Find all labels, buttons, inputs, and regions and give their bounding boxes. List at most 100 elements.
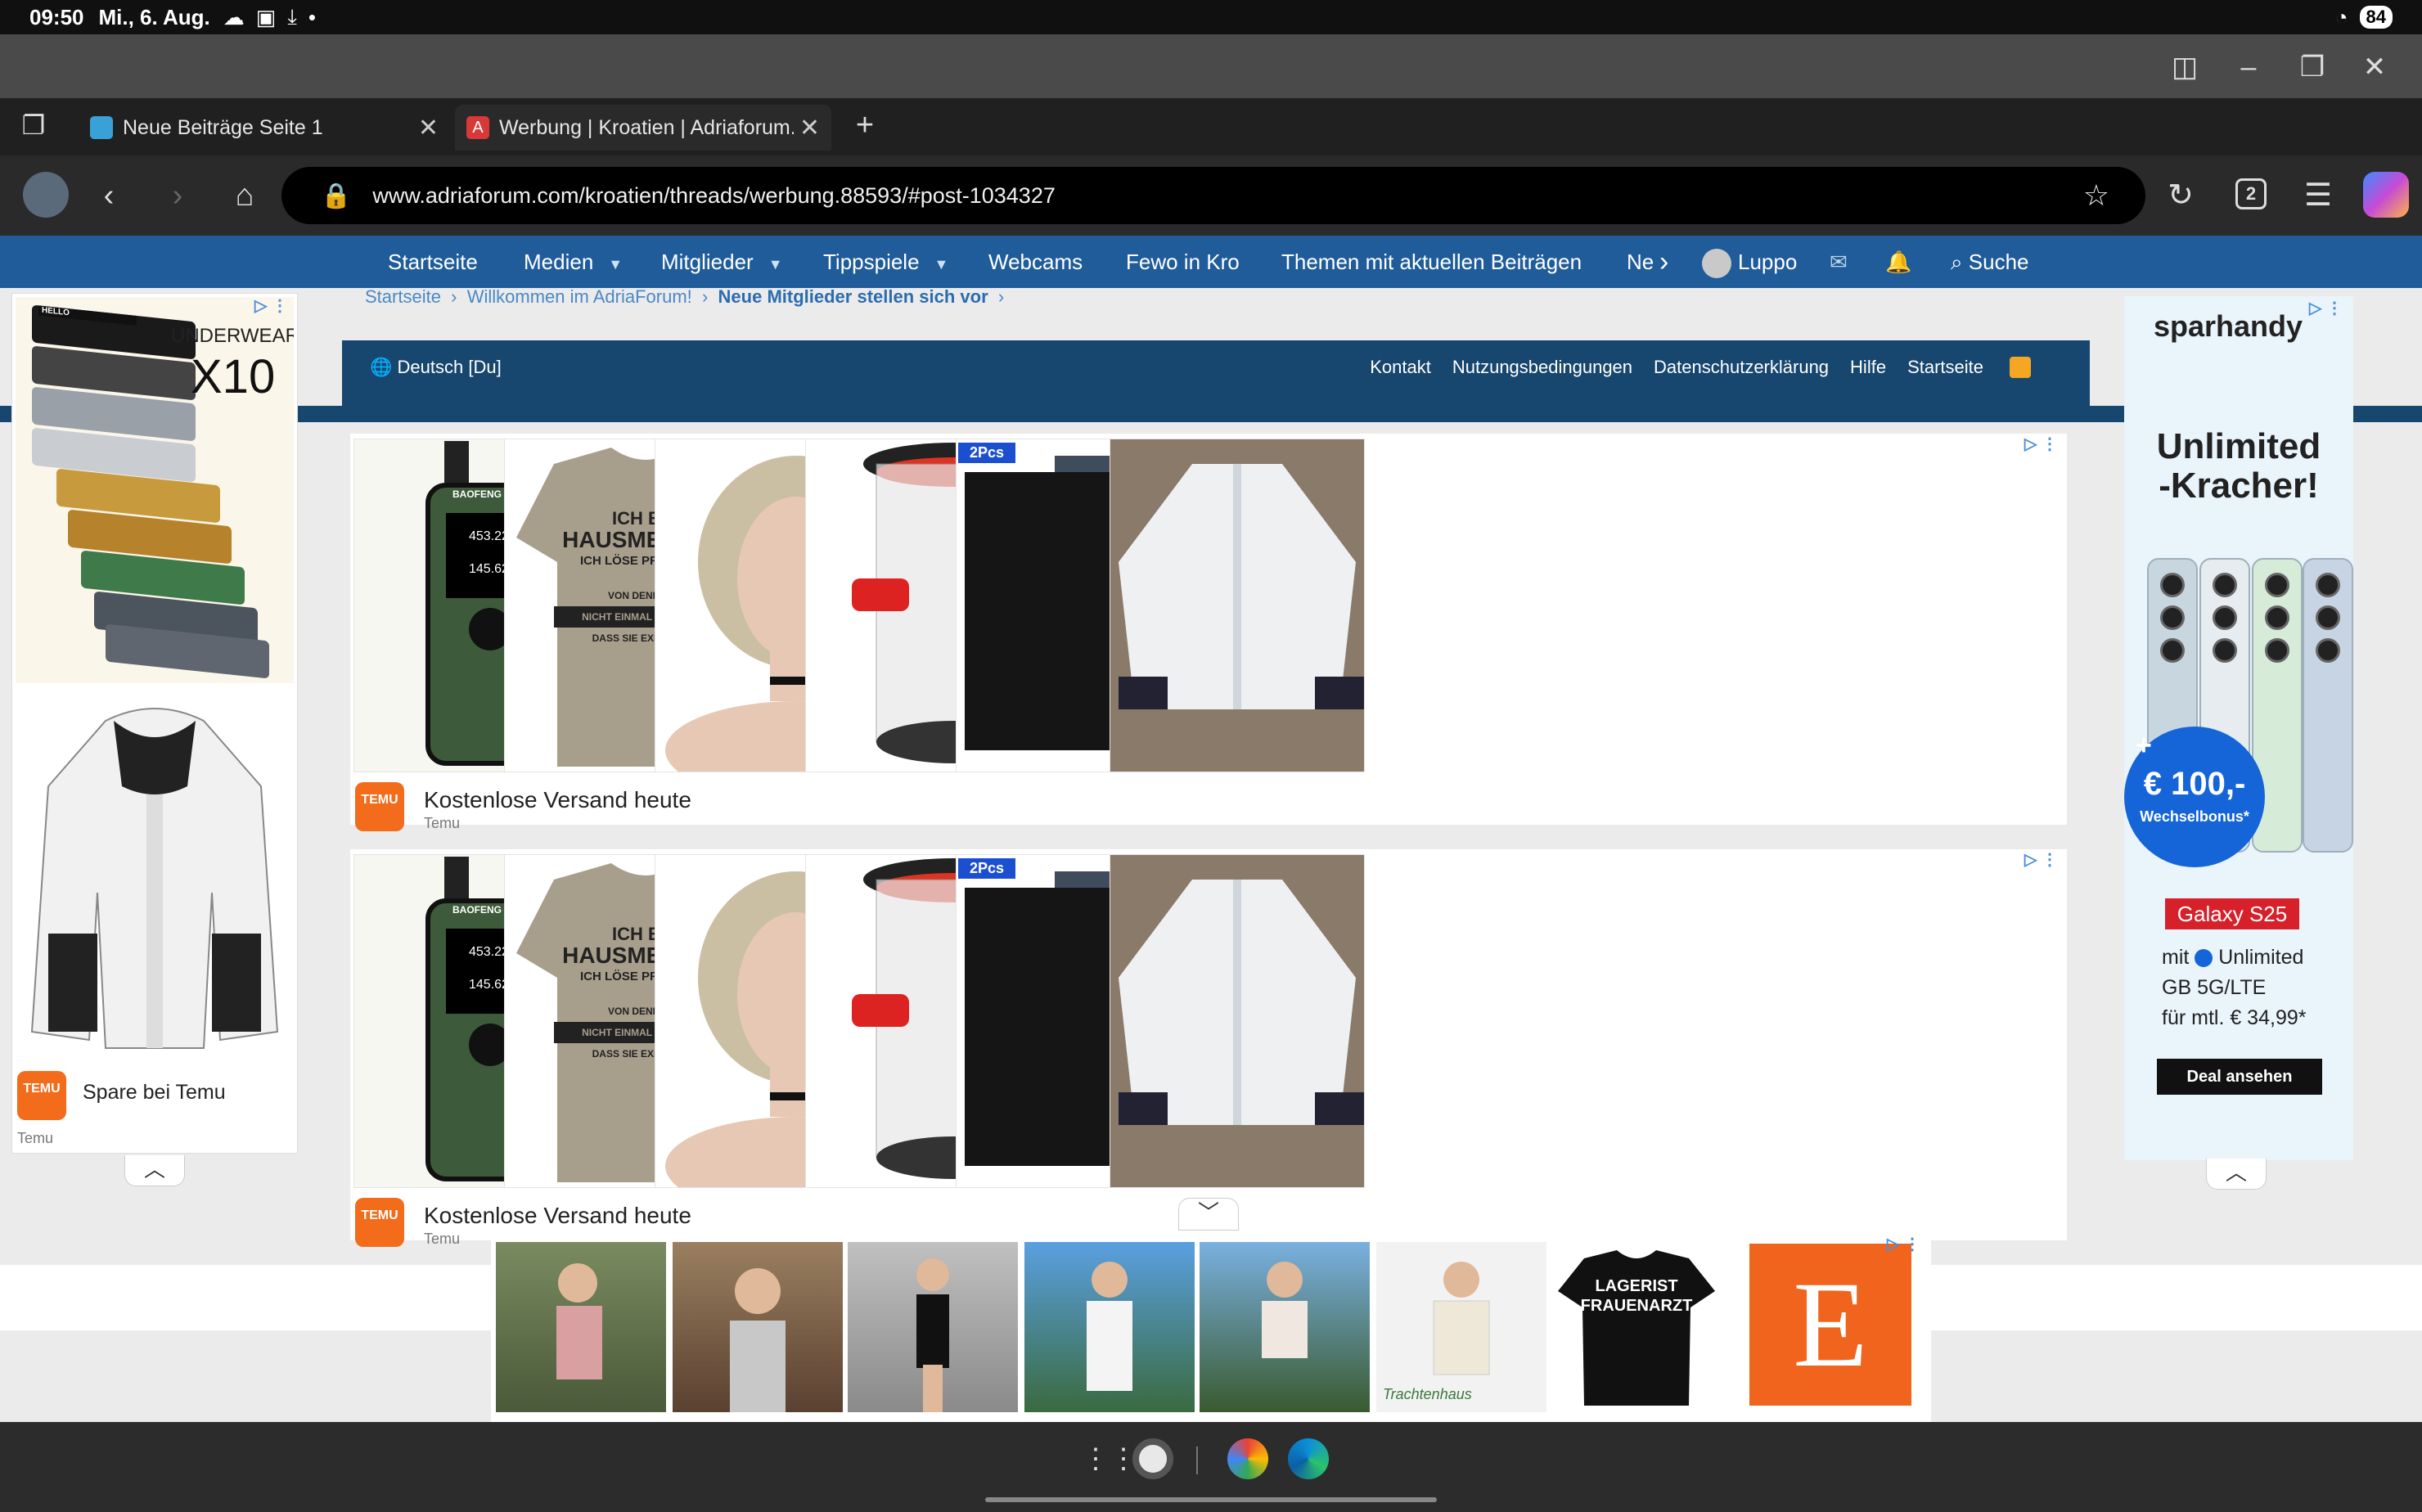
- bottom-ad-thumb[interactable]: [1024, 1242, 1195, 1412]
- jacket-product-tile[interactable]: [1110, 854, 1365, 1188]
- nav-webcams[interactable]: Webcams: [988, 236, 1083, 288]
- ad-caption[interactable]: Kostenlose Versand heute: [424, 1203, 691, 1229]
- etsy-logo[interactable]: E: [1749, 1244, 1911, 1406]
- bottom-ad-thumb[interactable]: [848, 1242, 1018, 1412]
- user-menu[interactable]: Luppo: [1702, 236, 1797, 288]
- link-datenschutz[interactable]: Datenschutzerklärung: [1654, 357, 1829, 378]
- profile-avatar[interactable]: [23, 172, 69, 218]
- close-window-icon[interactable]: ✕: [2358, 51, 2391, 83]
- expand-bottom-ad-button[interactable]: ﹀: [1178, 1198, 1239, 1231]
- phone-image: [2303, 558, 2353, 853]
- ad-choices-icon[interactable]: ▷ ⋮: [2309, 298, 2343, 318]
- nav-mitglieder[interactable]: Mitglieder ▼: [661, 236, 783, 288]
- ad-choices-icon[interactable]: ▷ ⋮: [2024, 434, 2058, 454]
- nav-tippspiele[interactable]: Tippspiele ▼: [823, 236, 948, 288]
- back-icon[interactable]: ‹: [88, 175, 129, 216]
- nav-medien[interactable]: Medien ▼: [524, 236, 623, 288]
- split-view-icon[interactable]: ◫: [2168, 51, 2201, 83]
- tariff-line: für mtl. € 34,99*: [2162, 1006, 2307, 1029]
- temu-logo[interactable]: TEMU: [355, 1198, 404, 1247]
- jacket-product-tile[interactable]: [1110, 439, 1365, 772]
- minimize-icon[interactable]: –: [2232, 51, 2265, 83]
- home-icon[interactable]: ⌂: [224, 175, 265, 216]
- model-badge: Galaxy S25: [2165, 898, 2299, 929]
- link-nutzungsbedingungen[interactable]: Nutzungsbedingungen: [1452, 357, 1632, 378]
- bottom-ad-thumb[interactable]: [496, 1242, 666, 1412]
- site-navigation: Startseite Medien ▼ Mitglieder ▼ Tippspiel…: [0, 236, 2422, 288]
- radio-brand: BAOFENG: [452, 904, 502, 916]
- url-text[interactable]: www.adriaforum.com/kroatien/threads/werb…: [372, 183, 1056, 209]
- menu-icon[interactable]: ☰: [2298, 175, 2339, 216]
- nav-more[interactable]: Ne: [1627, 236, 1654, 288]
- ad-choices-icon[interactable]: ▷ ⋮: [254, 295, 288, 316]
- edge-app-icon[interactable]: [1288, 1438, 1329, 1479]
- collapse-left-ad-button[interactable]: ︿: [124, 1155, 185, 1186]
- tab-title: Werbung | Kroatien | Adriaforum.c: [499, 115, 794, 139]
- breadcrumb-item[interactable]: Willkommen im AdriaForum!: [467, 286, 692, 307]
- bookmark-star-icon[interactable]: ☆: [2083, 178, 2109, 213]
- ad-choices-icon[interactable]: ▷ ⋮: [2024, 849, 2058, 870]
- link-hilfe[interactable]: Hilfe: [1850, 357, 1886, 378]
- link-startseite[interactable]: Startseite: [1907, 357, 1983, 378]
- product-ad-block[interactable]: BAOFENG 453.22500 145.62500 ICH BIN HAUS…: [350, 849, 2067, 1247]
- link-kontakt[interactable]: Kontakt: [1370, 357, 1431, 378]
- breadcrumb-current[interactable]: Neue Mitglieder stellen sich vor: [718, 286, 988, 307]
- tab-werbung[interactable]: A Werbung | Kroatien | Adriaforum.c ✕: [455, 105, 831, 151]
- left-ad[interactable]: HELLO UNDERWEAR X10 ▷ ⋮ TEMU Spare bei T…: [11, 293, 298, 1154]
- brief-label: HELLO: [38, 305, 137, 326]
- close-tab-icon[interactable]: ✕: [418, 114, 439, 142]
- inbox-icon[interactable]: ✉: [1830, 236, 1848, 288]
- search-button[interactable]: ⌕ Suche: [1951, 236, 2029, 288]
- headline-line: -Kracher!: [2159, 466, 2319, 506]
- collapse-right-ad-button[interactable]: ︿: [2206, 1159, 2267, 1190]
- breadcrumb-item[interactable]: Startseite: [365, 286, 441, 307]
- header-band: 🌐 Deutsch [Du] Kontakt Nutzungsbedingung…: [342, 340, 2090, 406]
- deal-button[interactable]: Deal ansehen: [2157, 1059, 2322, 1095]
- search-icon: ⌕: [1951, 250, 1969, 274]
- bottom-ad-thumb[interactable]: Trachtenhaus: [1376, 1242, 1546, 1412]
- temu-logo[interactable]: TEMU: [355, 782, 404, 831]
- ad-caption[interactable]: Kostenlose Versand heute: [424, 787, 691, 813]
- close-tab-icon[interactable]: ✕: [799, 114, 820, 142]
- rss-icon[interactable]: [2010, 357, 2031, 378]
- product-ad-block[interactable]: BAOFENG 453.22500 145.62500 ICH BIN HAUS…: [350, 434, 2067, 831]
- bottom-ad-thumb[interactable]: LAGERIST FRAUENARZT: [1551, 1242, 1722, 1412]
- language-chooser[interactable]: 🌐 Deutsch [Du]: [370, 357, 502, 378]
- photos-app-icon[interactable]: [1227, 1438, 1268, 1479]
- nav-scroll-right-icon[interactable]: ›: [1659, 236, 1668, 288]
- nav-startseite[interactable]: Startseite: [388, 236, 478, 288]
- left-ad-caption[interactable]: Spare bei Temu: [83, 1081, 226, 1105]
- site-info-icon[interactable]: 🔒: [321, 182, 351, 210]
- maximize-icon[interactable]: ❐: [2296, 51, 2329, 83]
- new-tab-button[interactable]: +: [844, 105, 885, 146]
- address-bar[interactable]: 🔒 www.adriaforum.com/kroatien/threads/we…: [281, 167, 2145, 224]
- tab-neue-beitraege[interactable]: Neue Beiträge Seite 1 ✕: [79, 105, 450, 151]
- bottom-ad-thumb[interactable]: [1200, 1242, 1370, 1412]
- camera-app-icon[interactable]: [1132, 1438, 1173, 1479]
- right-ad-sparhandy[interactable]: sparhandy ▷ ⋮ Unlimited -Kracher! + € 100…: [2124, 296, 2353, 1160]
- temu-logo[interactable]: TEMU: [17, 1071, 66, 1120]
- jacket-product-illustration: [1110, 855, 1364, 1187]
- copilot-icon[interactable]: [2363, 172, 2409, 218]
- reload-icon[interactable]: ↻: [2160, 175, 2201, 216]
- underwear-ad-image[interactable]: HELLO UNDERWEAR X10: [16, 297, 294, 683]
- jacket-ad-image[interactable]: [16, 688, 294, 1064]
- bottom-ad-thumb[interactable]: [673, 1242, 843, 1412]
- bell-icon[interactable]: 🔔: [1885, 236, 1911, 288]
- cloud-icon: ☁: [223, 4, 245, 29]
- tab-title: Neue Beiträge Seite 1: [123, 115, 323, 139]
- adriaforum-a-favicon-icon: A: [466, 116, 489, 139]
- tab-switcher-icon[interactable]: ❐: [13, 105, 54, 146]
- nav-fewo[interactable]: Fewo in Kro: [1126, 236, 1240, 288]
- app-drawer-icon[interactable]: ⋮⋮: [1082, 1438, 1137, 1479]
- home-indicator[interactable]: [985, 1497, 1437, 1502]
- tab-count-button[interactable]: 2: [2235, 178, 2267, 209]
- forward-icon[interactable]: ›: [157, 175, 198, 216]
- tariff-line: Unlimited: [2218, 946, 2304, 969]
- chevron-down-icon: ▼: [768, 256, 783, 272]
- bottom-sticky-ad[interactable]: Trachtenhaus LAGERIST FRAUENARZT E ▷ ⋮: [491, 1234, 1931, 1422]
- radio-brand: BAOFENG: [452, 488, 502, 500]
- jacket-product-illustration: [1110, 439, 1364, 772]
- nav-themen[interactable]: Themen mit aktuellen Beiträgen: [1281, 236, 1582, 288]
- ad-choices-icon[interactable]: ▷ ⋮: [1887, 1234, 1920, 1254]
